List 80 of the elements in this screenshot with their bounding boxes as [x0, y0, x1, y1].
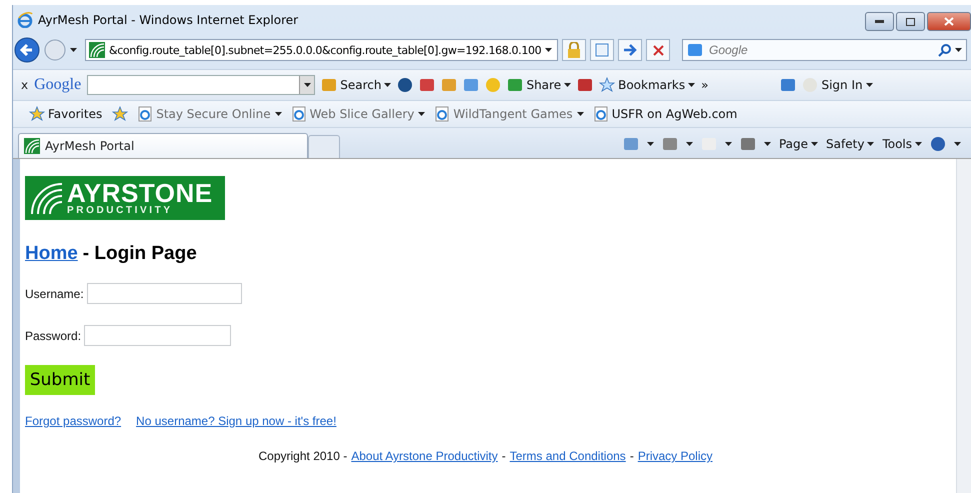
command-menu[interactable]: Page — [778, 137, 818, 151]
caret-icon — [955, 48, 962, 52]
close-toolbar-button[interactable]: x — [21, 78, 28, 92]
stop-button[interactable] — [646, 39, 670, 61]
page-icon — [292, 106, 306, 122]
submit-button[interactable]: Submit — [25, 365, 95, 395]
home-link[interactable]: Home — [25, 243, 78, 265]
caret-icon — [646, 142, 654, 146]
caret-icon — [70, 48, 77, 52]
company-logo: AYRSTONE PRODUCTIVITY — [25, 176, 225, 220]
caret-icon — [688, 83, 696, 87]
star-icon — [29, 106, 45, 122]
caret-icon — [274, 112, 282, 116]
lock-icon — [562, 39, 586, 61]
field-label: Username: — [25, 286, 84, 300]
google-logo: Google — [34, 76, 82, 94]
command-menu[interactable]: Tools — [882, 137, 922, 151]
star-icon — [599, 77, 616, 93]
link[interactable]: Forgot password? — [25, 414, 122, 428]
toolbar-search-field[interactable] — [87, 75, 316, 95]
browser-tab[interactable]: AyrMesh Portal — [18, 133, 308, 158]
caret-icon — [724, 142, 732, 146]
search-field[interactable]: Google — [707, 42, 934, 58]
dropdown-button[interactable] — [299, 76, 314, 94]
window-title: AyrMesh Portal - Windows Internet Explorer — [38, 13, 298, 27]
caret-icon — [764, 142, 771, 146]
back-button[interactable] — [14, 37, 40, 63]
field-label: Password: — [25, 328, 82, 342]
close-icon — [652, 44, 664, 56]
link[interactable]: No username? Sign up now - it's free! — [136, 414, 336, 428]
favorite-link[interactable]: USFR on AgWeb.com — [594, 106, 738, 122]
page-heading: - Login Page — [82, 243, 197, 265]
caret-icon — [686, 142, 693, 146]
caret-icon — [866, 83, 873, 87]
address-bar[interactable]: &config.route_table[0].subnet=255.0.0.0&config.route_table[0].gw=192.168.0.100 — [85, 39, 558, 61]
search-box[interactable]: Google — [682, 39, 967, 61]
caret-icon — [867, 142, 874, 146]
caret-icon — [564, 83, 572, 87]
page-icon — [595, 43, 609, 57]
caret-icon — [545, 48, 552, 52]
caret-icon — [954, 142, 961, 146]
page-icon — [435, 106, 450, 122]
maximize-icon — [906, 18, 915, 26]
toolbar-button[interactable]: Sign In — [802, 77, 873, 93]
toolbar-button[interactable]: » — [701, 78, 708, 92]
toolbar-button[interactable]: Share — [507, 77, 572, 93]
footer-text: - — [630, 449, 634, 463]
close-button[interactable] — [927, 12, 971, 31]
browser-logo-icon — [17, 12, 33, 28]
caret-icon — [384, 83, 392, 87]
input-field[interactable] — [86, 283, 242, 304]
caret-icon — [576, 112, 584, 116]
toolbar-button[interactable]: Search — [321, 77, 392, 93]
footer-link[interactable]: Privacy Policy — [638, 449, 712, 463]
wireless-waves-icon — [29, 181, 63, 215]
wireless-logo-icon — [24, 138, 40, 154]
maximize-button[interactable] — [896, 12, 925, 31]
page-icon — [594, 106, 608, 122]
add-favorite-icon — [112, 106, 128, 122]
go-button[interactable] — [618, 39, 642, 61]
input-field[interactable] — [84, 325, 232, 346]
caret-icon — [418, 112, 426, 116]
footer-text: - — [502, 449, 506, 463]
minimize-button[interactable] — [865, 12, 894, 31]
toolbar-button[interactable]: Bookmarks — [599, 77, 696, 93]
arrow-icon — [623, 44, 637, 56]
footer-link[interactable]: About Ayrstone Productivity — [351, 449, 498, 463]
footer-link[interactable]: Terms and Conditions — [510, 449, 626, 463]
wireless-logo-icon — [89, 42, 105, 58]
favorites-button[interactable]: Favorites — [29, 106, 102, 122]
footer-text: Copyright 2010 - — [258, 449, 348, 463]
minimize-icon — [875, 20, 884, 23]
compatibility-button[interactable] — [590, 39, 614, 61]
close-icon — [944, 17, 954, 26]
page-icon — [138, 106, 152, 122]
caret-icon — [811, 142, 818, 146]
command-menu[interactable]: Safety — [826, 137, 874, 151]
caret-icon — [304, 83, 311, 87]
caret-icon — [915, 142, 922, 146]
scrollbar[interactable] — [956, 159, 971, 493]
